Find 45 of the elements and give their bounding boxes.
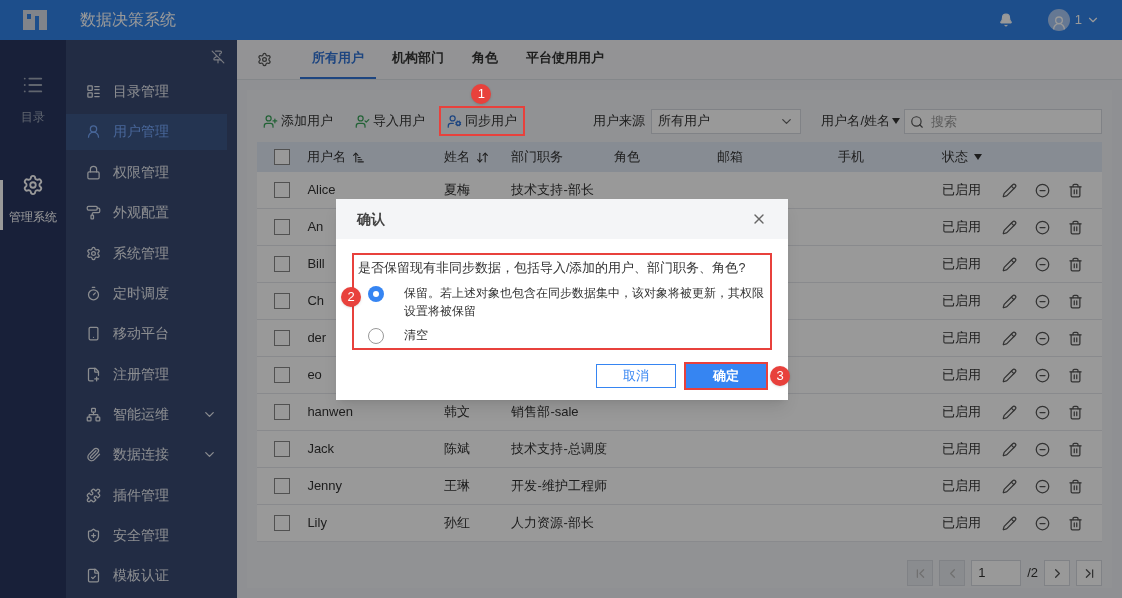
table-cell: Lily (307, 515, 327, 531)
table-cell: 陈斌 (444, 441, 471, 457)
table-cell: 已启用 (942, 515, 982, 531)
annotation-badge: 2 (341, 287, 361, 307)
table-cell: Bill (307, 256, 325, 272)
table-cell: 王琳 (444, 478, 471, 494)
column-header: 邮箱 (717, 148, 744, 167)
table-cell: Alice (307, 182, 336, 198)
table-cell: 已启用 (942, 404, 982, 420)
table-cell: 人力资源-部长 (511, 515, 594, 531)
column-header: 部门职务 (511, 148, 564, 167)
table-cell: 夏梅 (444, 182, 471, 198)
column-header: 姓名 (444, 148, 471, 167)
page-total: /2 (1027, 564, 1038, 583)
annotation-badge: 3 (770, 366, 790, 386)
source-label: 用户来源 (593, 112, 646, 131)
table-cell: 已启用 (942, 182, 982, 198)
table-cell: Ch (307, 293, 324, 309)
column-header: 角色 (614, 148, 641, 167)
table-cell: der (307, 330, 327, 346)
column-header: 手机 (838, 148, 865, 167)
column-header: 用户名 (307, 148, 347, 167)
table-cell: 已启用 (942, 367, 982, 383)
dialog-title: 确认 (357, 209, 385, 229)
table-cell: 已启用 (942, 293, 982, 309)
app-title: 数据决策系统 (80, 10, 176, 30)
table-cell: An (307, 219, 324, 235)
table-cell: 韩文 (444, 404, 471, 420)
table-cell: 已启用 (942, 478, 982, 494)
table-cell: 技术支持-部长 (511, 182, 594, 198)
annotation-badge: 1 (471, 84, 492, 104)
table-cell: 开发-维护工程师 (511, 478, 607, 494)
table-cell: 销售部-sale (511, 404, 579, 420)
table-cell: 孙红 (444, 515, 471, 531)
table-cell: 已启用 (942, 330, 982, 346)
table-cell: Jenny (307, 478, 343, 494)
table-cell: 已启用 (942, 219, 982, 235)
table-cell: Jack (307, 441, 335, 457)
table-cell: 已启用 (942, 441, 982, 457)
table-cell: 技术支持-总调度 (511, 441, 607, 457)
table-cell: hanwen (307, 404, 353, 420)
table-cell: 已启用 (942, 256, 982, 272)
column-header: 状态 (942, 148, 969, 167)
dialog-question: 是否保留现有非同步数据，包括导入/添加的用户、部门职务、角色? (358, 260, 747, 277)
table-cell: eo (307, 367, 322, 383)
